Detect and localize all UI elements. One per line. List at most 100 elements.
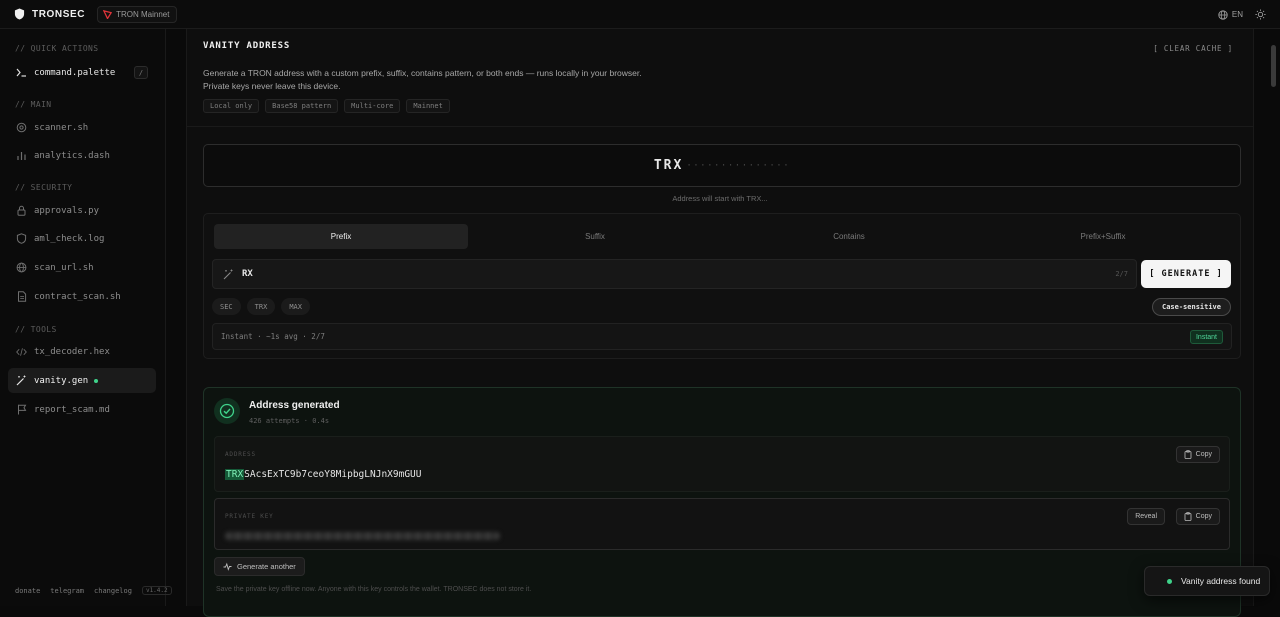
sidebar-item-label: tx_decoder.hex bbox=[34, 346, 110, 357]
tag-mainnet: Mainnet bbox=[406, 99, 450, 113]
generate-another-button[interactable]: Generate another bbox=[214, 557, 305, 576]
page-header: VANITY ADDRESS [ CLEAR CACHE ] Generate … bbox=[187, 29, 1253, 127]
section-label-security: // SECURITY bbox=[15, 183, 73, 192]
generated-address[interactable]: TRXSAcsExTC9b7ceoY8MipbgLNJnX9mGUU bbox=[225, 469, 421, 480]
check-circle-icon bbox=[214, 398, 240, 424]
pattern-length-counter: 2/7 bbox=[1115, 270, 1128, 278]
brand[interactable]: TRONSEC bbox=[14, 8, 85, 20]
section-label-main: // MAIN bbox=[15, 100, 52, 109]
shield-icon bbox=[16, 233, 27, 244]
document-icon bbox=[16, 291, 27, 302]
private-key-box: PRIVATE KEY Reveal Copy bbox=[214, 498, 1230, 550]
sidebar-item-label: vanity.gen bbox=[34, 375, 89, 386]
reveal-key-button[interactable]: Reveal bbox=[1127, 508, 1165, 525]
language-label: EN bbox=[1231, 10, 1243, 19]
pattern-config-card: Prefix Suffix Contains Prefix+Suffix RX … bbox=[203, 213, 1241, 359]
sidebar-item-scanner[interactable]: scanner.sh bbox=[8, 115, 156, 140]
version-badge: v1.4.2 bbox=[141, 586, 172, 595]
language-selector[interactable]: EN bbox=[1218, 9, 1243, 20]
difficulty-estimate: Instant · ~1s avg · 2/7 Instant bbox=[212, 323, 1232, 350]
address-label: ADDRESS bbox=[225, 451, 256, 458]
network-name: TRON Mainnet bbox=[116, 9, 170, 19]
sidebar-item-vanity-gen[interactable]: vanity.gen bbox=[8, 368, 156, 393]
private-key-warning: Save the private key offline now. Anyone… bbox=[216, 586, 532, 593]
pattern-input[interactable]: RX 2/7 bbox=[212, 259, 1137, 289]
sidebar-item-label: scan_url.sh bbox=[34, 262, 94, 273]
sidebar-item-contract-scan[interactable]: contract_scan.sh bbox=[8, 284, 156, 309]
success-dot bbox=[1167, 578, 1172, 584]
pattern-input-value: RX bbox=[242, 269, 253, 279]
preset-trx[interactable]: TRX bbox=[246, 298, 276, 315]
code-icon bbox=[16, 346, 27, 357]
preview-placeholder-dots: ··············· bbox=[686, 160, 791, 171]
copy-address-button[interactable]: Copy bbox=[1175, 446, 1220, 463]
wand-icon bbox=[223, 269, 233, 279]
clear-cache-button[interactable]: [ CLEAR CACHE ] bbox=[1153, 44, 1233, 53]
shield-logo-icon bbox=[14, 8, 25, 20]
app-name: TRONSEC bbox=[32, 8, 86, 20]
globe-icon bbox=[1218, 9, 1228, 20]
sidebar-item-scan-url[interactable]: scan_url.sh bbox=[8, 255, 156, 280]
preview-hint: Address will start with TRX... bbox=[672, 194, 768, 203]
sidebar-item-analytics[interactable]: analytics.dash bbox=[8, 143, 156, 168]
sidebar: // QUICK ACTIONS command.palette / // MA… bbox=[0, 29, 172, 606]
address-matched-prefix: TRX bbox=[225, 469, 245, 480]
sidebar-item-label: contract_scan.sh bbox=[34, 291, 121, 302]
changelog-link[interactable]: changelog bbox=[94, 587, 132, 595]
scanner-icon bbox=[16, 122, 27, 133]
sidebar-item-aml-check[interactable]: aml_check.log bbox=[8, 226, 156, 251]
page-description: Generate a TRON address with a custom pr… bbox=[203, 68, 642, 91]
telegram-link[interactable]: telegram bbox=[50, 587, 84, 595]
active-indicator-dot bbox=[94, 378, 99, 383]
preview-prefix: TRX bbox=[653, 158, 684, 173]
estimate-badge: Instant bbox=[1189, 330, 1223, 344]
feature-tags: Local only Base58 pattern Multi-core Mai… bbox=[203, 99, 450, 113]
activity-icon bbox=[223, 562, 232, 571]
preset-sec[interactable]: SEC bbox=[212, 298, 241, 315]
sidebar-item-label: analytics.dash bbox=[34, 150, 110, 161]
scrollbar-thumb[interactable] bbox=[1271, 45, 1276, 87]
clipboard-icon bbox=[1184, 512, 1192, 521]
address-box: ADDRESS TRXSAcsExTC9b7ceoY8MipbgLNJnX9mG… bbox=[214, 436, 1230, 492]
wand-icon bbox=[16, 375, 27, 386]
sidebar-item-approvals[interactable]: approvals.py bbox=[8, 198, 156, 223]
blurred-private-key bbox=[225, 532, 500, 540]
theme-toggle-sun-icon[interactable] bbox=[1255, 9, 1266, 20]
donate-link[interactable]: donate bbox=[15, 587, 40, 595]
toast-notification: Vanity address found bbox=[1144, 566, 1270, 596]
result-meta: 426 attempts · 0.4s bbox=[249, 417, 330, 425]
result-title: Address generated bbox=[249, 400, 340, 411]
shortcut-key: / bbox=[134, 66, 148, 79]
tron-logo-icon bbox=[103, 9, 113, 19]
result-card: Address generated 426 attempts · 0.4s AD… bbox=[203, 387, 1241, 617]
tab-prefix-suffix[interactable]: Prefix+Suffix bbox=[976, 224, 1230, 249]
toast-text: Vanity address found bbox=[1181, 576, 1261, 586]
globe-icon bbox=[16, 262, 27, 273]
sidebar-item-label: report_scam.md bbox=[34, 404, 110, 415]
tab-contains[interactable]: Contains bbox=[722, 224, 976, 249]
generate-button[interactable]: [ GENERATE ] bbox=[1141, 260, 1231, 288]
tag-local-only: Local only bbox=[203, 99, 260, 113]
sidebar-item-report-scam[interactable]: report_scam.md bbox=[8, 397, 156, 422]
private-key-label: PRIVATE KEY bbox=[225, 513, 274, 520]
sidebar-item-label: approvals.py bbox=[34, 205, 100, 216]
tag-multi-core: Multi-core bbox=[344, 99, 401, 113]
preset-max[interactable]: MAX bbox=[281, 298, 310, 315]
tab-prefix[interactable]: Prefix bbox=[214, 224, 468, 249]
sidebar-item-command-palette[interactable]: command.palette / bbox=[8, 60, 156, 85]
tab-suffix[interactable]: Suffix bbox=[468, 224, 722, 249]
section-label-tools: // TOOLS bbox=[15, 325, 57, 334]
sidebar-item-tx-decoder[interactable]: tx_decoder.hex bbox=[8, 339, 156, 364]
copy-private-key-button[interactable]: Copy bbox=[1175, 508, 1220, 525]
address-remainder: SAcsExTC9b7ceoY8MipbgLNJnX9mGUU bbox=[244, 469, 422, 480]
mode-tabs: Prefix Suffix Contains Prefix+Suffix bbox=[214, 224, 1230, 249]
main-panel: VANITY ADDRESS [ CLEAR CACHE ] Generate … bbox=[186, 29, 1254, 617]
sidebar-item-label: command.palette bbox=[34, 67, 116, 78]
network-selector[interactable]: TRON Mainnet bbox=[97, 5, 178, 23]
top-bar: TRONSEC TRON Mainnet EN bbox=[0, 0, 1280, 29]
tag-base58-pattern: Base58 pattern bbox=[265, 99, 339, 113]
lock-icon bbox=[16, 205, 27, 216]
sidebar-item-label: aml_check.log bbox=[34, 233, 105, 244]
copy-label: Copy bbox=[1195, 513, 1212, 520]
case-sensitive-toggle[interactable]: Case-sensitive bbox=[1151, 298, 1231, 316]
